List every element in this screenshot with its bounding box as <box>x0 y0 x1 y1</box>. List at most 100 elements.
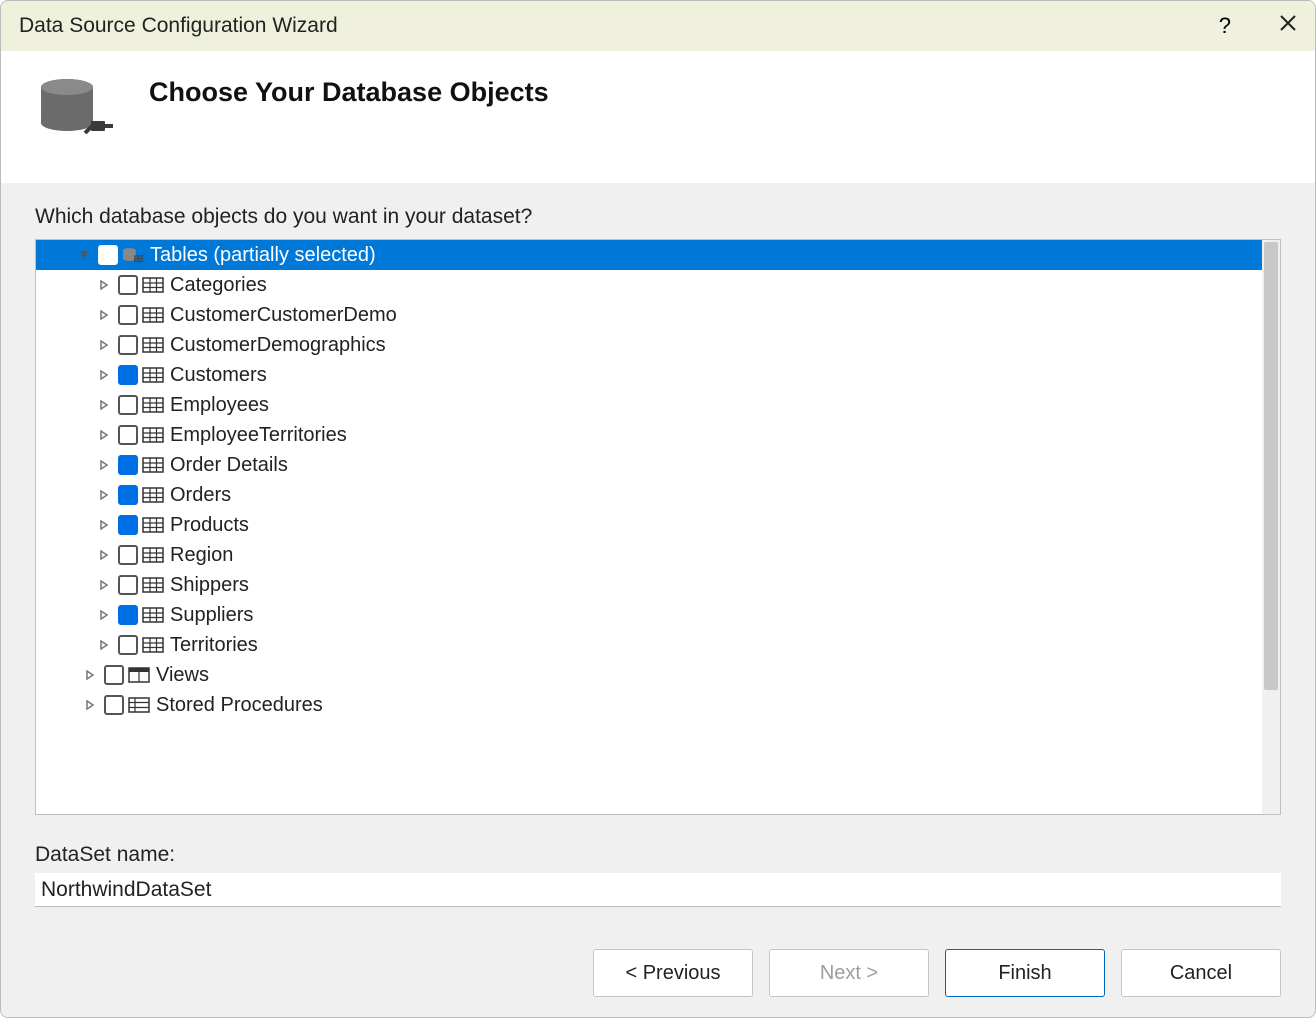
tree-node-table[interactable]: Customers <box>36 360 1262 390</box>
tree-label: Employees <box>170 390 269 420</box>
expander-icon[interactable] <box>96 577 112 593</box>
stored-procedures-icon <box>128 696 150 714</box>
checkbox-table[interactable] <box>118 605 138 625</box>
object-tree[interactable]: Tables (partially selected) CategoriesCu… <box>36 240 1262 814</box>
expander-icon[interactable] <box>96 397 112 413</box>
tables-group-icon <box>122 246 144 264</box>
checkbox-table[interactable] <box>118 365 138 385</box>
expander-icon[interactable] <box>96 547 112 563</box>
database-icon <box>35 75 115 143</box>
titlebar: Data Source Configuration Wizard ? <box>1 1 1315 51</box>
checkbox-table[interactable] <box>118 545 138 565</box>
tree-node-table[interactable]: Suppliers <box>36 600 1262 630</box>
checkbox-table[interactable] <box>118 455 138 475</box>
tree-node-table[interactable]: CustomerCustomerDemo <box>36 300 1262 330</box>
checkbox-table[interactable] <box>118 305 138 325</box>
tree-label: Stored Procedures <box>156 690 323 720</box>
table-icon <box>142 576 164 594</box>
tree-label: CustomerCustomerDemo <box>170 300 397 330</box>
tree-label: Shippers <box>170 570 249 600</box>
checkbox-table[interactable] <box>118 515 138 535</box>
previous-button[interactable]: < Previous <box>593 949 753 997</box>
checkbox-table[interactable] <box>118 485 138 505</box>
views-icon <box>128 666 150 684</box>
tree-node-table[interactable]: Categories <box>36 270 1262 300</box>
tree-label: EmployeeTerritories <box>170 420 347 450</box>
tree-node-table[interactable]: Region <box>36 540 1262 570</box>
wizard-body: Which database objects do you want in yo… <box>1 183 1315 929</box>
tree-node-table[interactable]: Territories <box>36 630 1262 660</box>
finish-button[interactable]: Finish <box>945 949 1105 997</box>
tree-scrollbar[interactable] <box>1262 240 1280 814</box>
expander-icon[interactable] <box>96 457 112 473</box>
expander-icon[interactable] <box>96 607 112 623</box>
dataset-name-label: DataSet name: <box>35 843 1281 867</box>
tree-label: Orders <box>170 480 231 510</box>
tree-node-views[interactable]: Views <box>36 660 1262 690</box>
table-icon <box>142 426 164 444</box>
checkbox-table[interactable] <box>118 635 138 655</box>
prompt-label: Which database objects do you want in yo… <box>35 205 1281 229</box>
tree-label: Tables (partially selected) <box>150 240 376 270</box>
expander-icon[interactable] <box>76 247 92 263</box>
tree-node-tables[interactable]: Tables (partially selected) <box>36 240 1262 270</box>
table-icon <box>142 396 164 414</box>
tree-label: Order Details <box>170 450 288 480</box>
tree-node-table[interactable]: Orders <box>36 480 1262 510</box>
scrollbar-thumb[interactable] <box>1264 242 1278 690</box>
tree-node-table[interactable]: Order Details <box>36 450 1262 480</box>
expander-icon[interactable] <box>96 337 112 353</box>
expander-icon[interactable] <box>96 307 112 323</box>
table-icon <box>142 276 164 294</box>
tree-label: Customers <box>170 360 267 390</box>
wizard-footer: < Previous Next > Finish Cancel <box>1 929 1315 1017</box>
tree-label: Categories <box>170 270 267 300</box>
table-icon <box>142 516 164 534</box>
expander-icon[interactable] <box>82 697 98 713</box>
tree-label: Suppliers <box>170 600 253 630</box>
tree-node-table[interactable]: Employees <box>36 390 1262 420</box>
tree-node-table[interactable]: CustomerDemographics <box>36 330 1262 360</box>
tree-node-table[interactable]: EmployeeTerritories <box>36 420 1262 450</box>
table-icon <box>142 456 164 474</box>
tree-label: Views <box>156 660 209 690</box>
next-button[interactable]: Next > <box>769 949 929 997</box>
checkbox-table[interactable] <box>118 425 138 445</box>
tree-node-table[interactable]: Shippers <box>36 570 1262 600</box>
expander-icon[interactable] <box>96 427 112 443</box>
checkbox-table[interactable] <box>118 275 138 295</box>
page-title: Choose Your Database Objects <box>149 77 549 108</box>
expander-icon[interactable] <box>96 517 112 533</box>
window-title: Data Source Configuration Wizard <box>19 14 338 38</box>
table-icon <box>142 606 164 624</box>
table-icon <box>142 306 164 324</box>
table-icon <box>142 486 164 504</box>
tree-label: Products <box>170 510 249 540</box>
expander-icon[interactable] <box>82 667 98 683</box>
checkbox-table[interactable] <box>118 575 138 595</box>
tree-node-table[interactable]: Products <box>36 510 1262 540</box>
checkbox-stored-procedures[interactable] <box>104 695 124 715</box>
wizard-header: Choose Your Database Objects <box>1 51 1315 183</box>
wizard-window: Data Source Configuration Wizard ? Choos… <box>0 0 1316 1018</box>
help-button[interactable]: ? <box>1219 13 1231 39</box>
object-tree-panel: Tables (partially selected) CategoriesCu… <box>35 239 1281 815</box>
table-icon <box>142 366 164 384</box>
table-icon <box>142 636 164 654</box>
dataset-name-input[interactable] <box>35 873 1281 907</box>
expander-icon[interactable] <box>96 367 112 383</box>
checkbox-table[interactable] <box>118 335 138 355</box>
table-icon <box>142 546 164 564</box>
expander-icon[interactable] <box>96 487 112 503</box>
tree-label: Territories <box>170 630 258 660</box>
tree-node-stored-procedures[interactable]: Stored Procedures <box>36 690 1262 720</box>
table-icon <box>142 336 164 354</box>
cancel-button[interactable]: Cancel <box>1121 949 1281 997</box>
checkbox-table[interactable] <box>118 395 138 415</box>
checkbox-tables[interactable] <box>98 245 118 265</box>
expander-icon[interactable] <box>96 277 112 293</box>
tree-label: Region <box>170 540 233 570</box>
expander-icon[interactable] <box>96 637 112 653</box>
checkbox-views[interactable] <box>104 665 124 685</box>
close-button[interactable] <box>1279 14 1297 38</box>
